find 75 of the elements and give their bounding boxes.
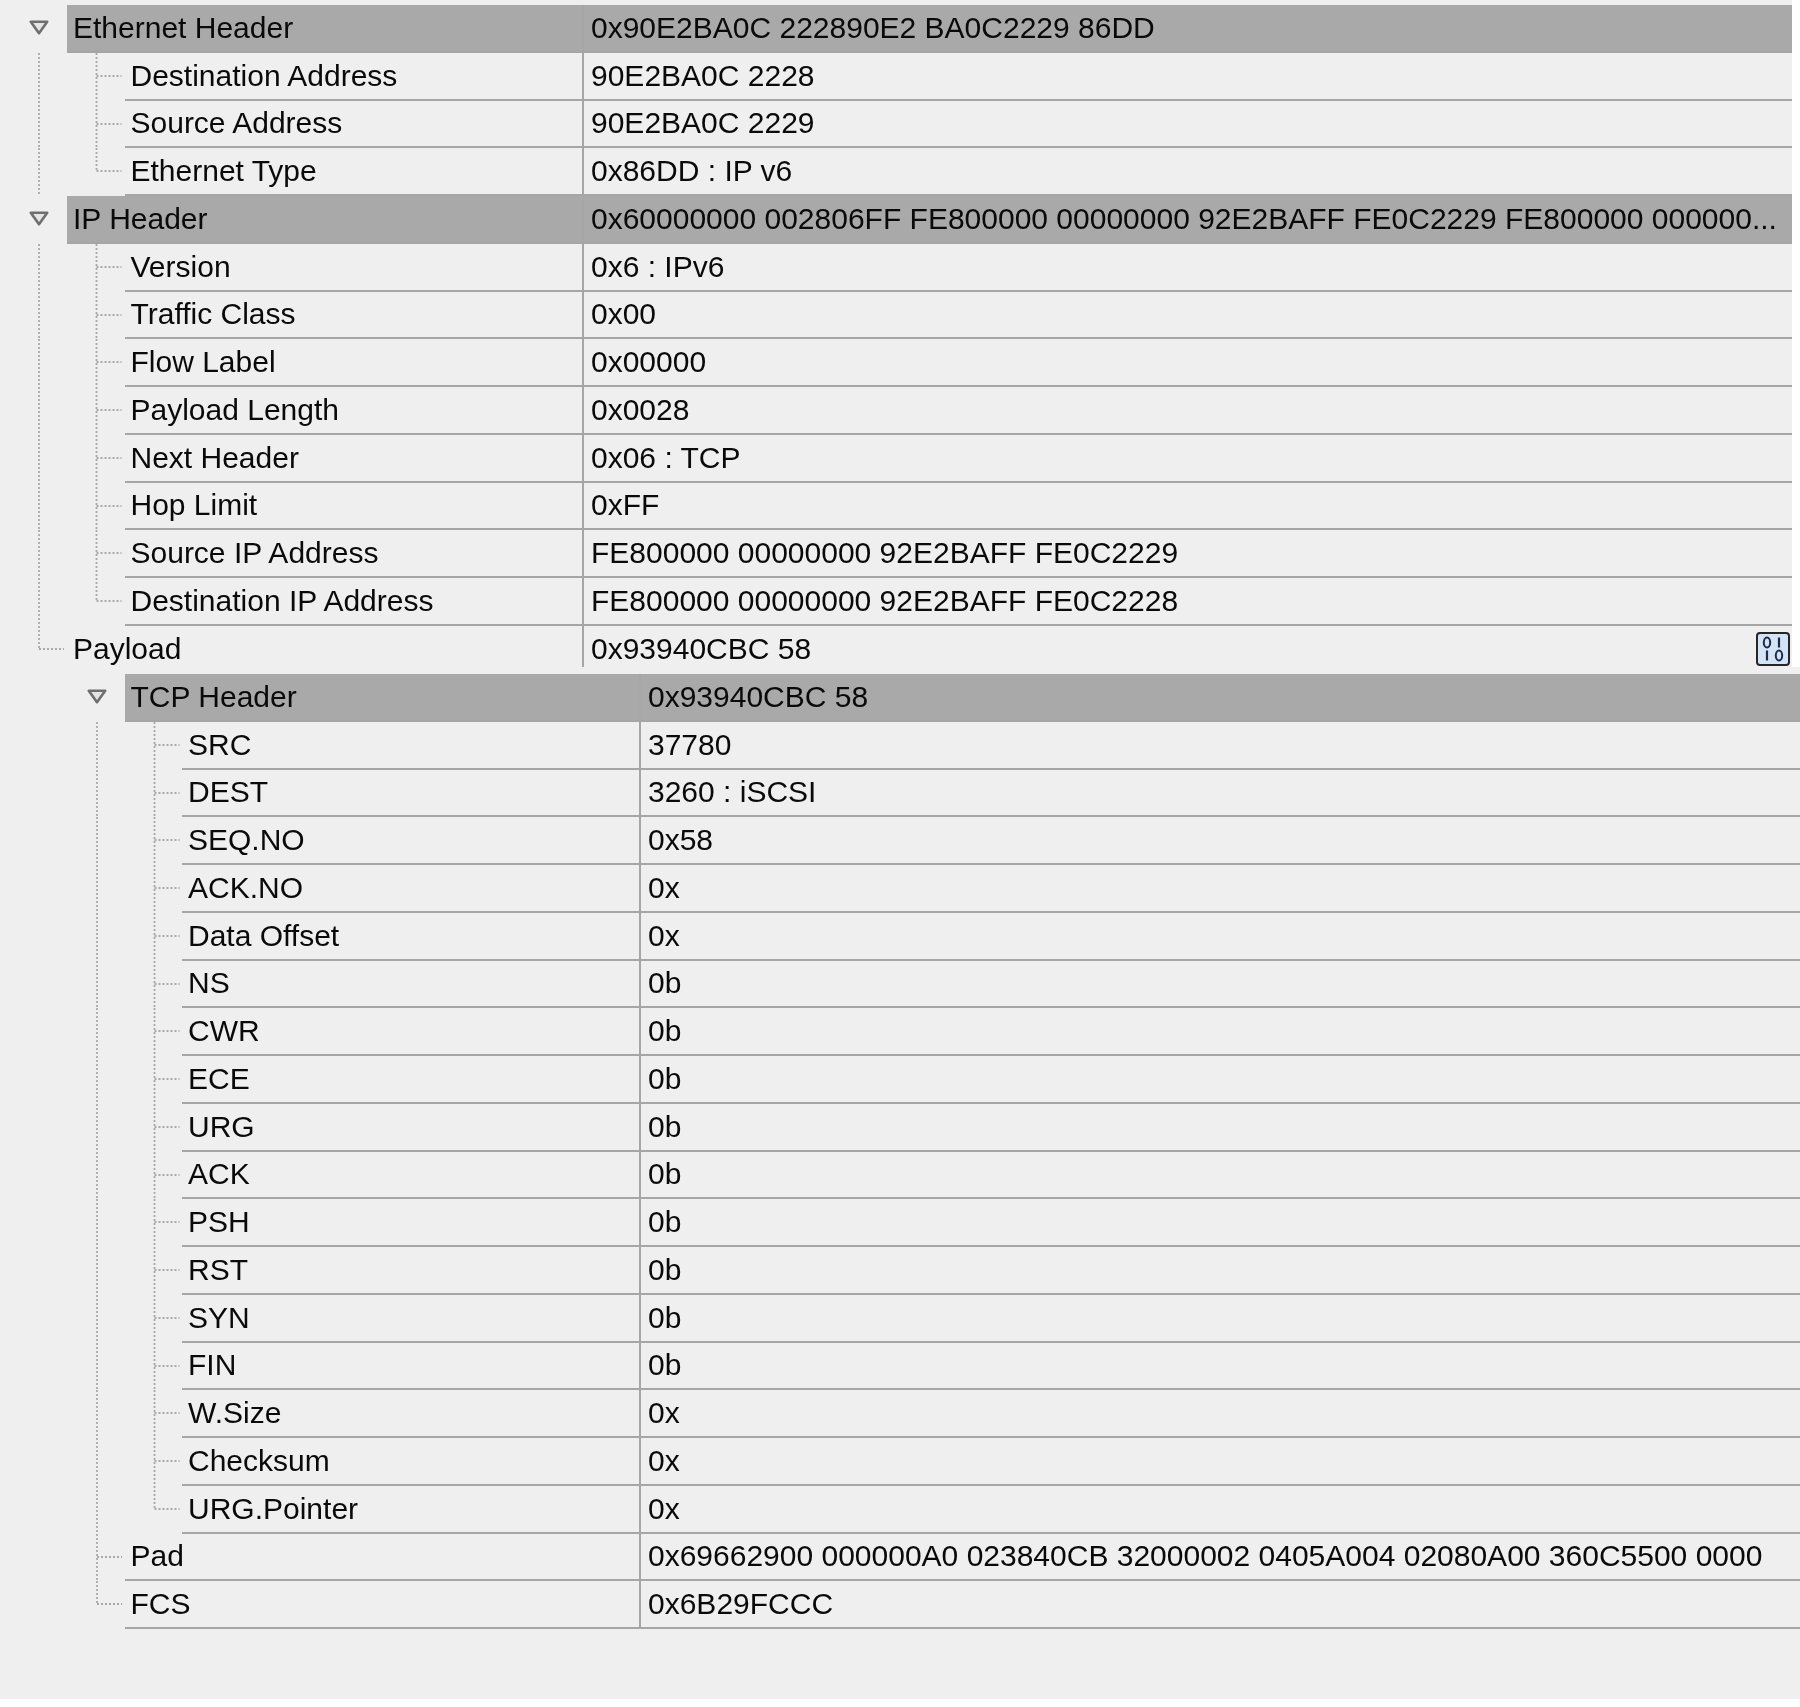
field-value: 0xFF — [591, 488, 660, 523]
field-value: 0b — [648, 1157, 682, 1192]
field-name[interactable]: URG.Pointer — [188, 1491, 359, 1526]
field-value: 0x — [648, 1396, 680, 1431]
field-value: 0b — [648, 1300, 682, 1335]
field-value: 0x93940CBC 58 — [591, 631, 812, 666]
field-name[interactable]: Pad — [130, 1539, 184, 1574]
field-value: 0b — [648, 1348, 682, 1383]
field-value: 37780 — [648, 727, 732, 762]
field-value: 0b — [648, 1205, 682, 1240]
field-value: 0x6 : IPv6 — [591, 249, 725, 284]
field-value: 0x06 : TCP — [591, 440, 741, 475]
field-name[interactable]: ACK — [188, 1157, 250, 1192]
field-name[interactable]: Ethernet Type — [130, 154, 317, 189]
field-value: 0x — [648, 870, 680, 905]
field-name[interactable]: Payload — [73, 631, 182, 666]
field-value: 0x86DD : IP v6 — [591, 154, 793, 189]
field-name[interactable]: ACK.NO — [188, 870, 304, 905]
field-name[interactable]: Checksum — [188, 1443, 330, 1478]
field-value: 0b — [648, 1109, 682, 1144]
caret-icon[interactable] — [86, 689, 107, 705]
field-name[interactable]: NS — [188, 966, 230, 1001]
field-name[interactable]: ECE — [188, 1061, 250, 1096]
field-value: 0x — [648, 918, 680, 953]
field-name[interactable]: RST — [188, 1252, 248, 1287]
field-name[interactable]: Destination IP Address — [130, 583, 434, 618]
field-name[interactable]: Flow Label — [130, 345, 276, 380]
field-value: 0b — [648, 1252, 682, 1287]
field-name[interactable]: CWR — [188, 1014, 260, 1049]
field-name[interactable]: W.Size — [188, 1396, 282, 1431]
field-name[interactable]: PSH — [188, 1205, 250, 1240]
field-name[interactable]: Next Header — [130, 440, 299, 475]
field-name[interactable]: Hop Limit — [130, 488, 258, 523]
field-name[interactable]: FIN — [188, 1348, 237, 1383]
field-value: 3260 : iSCSI — [648, 775, 817, 810]
header-value: 0x60000000 002806FF FE800000 00000000 92E2BAFF FE0C2229 FE800000 000000... — [591, 201, 1777, 236]
field-value: 90E2BA0C 2229 — [591, 106, 815, 141]
field-name[interactable]: SEQ.NO — [188, 823, 305, 858]
field-value: 0b — [648, 1061, 682, 1096]
caret-icon[interactable] — [29, 20, 49, 36]
field-name[interactable]: DEST — [188, 775, 268, 810]
field-name[interactable]: Data Offset — [188, 918, 340, 953]
field-name[interactable]: Version — [130, 249, 231, 284]
field-value: 0b — [648, 1014, 682, 1049]
field-value: 0x — [648, 1443, 680, 1478]
field-value: 0x0028 — [591, 392, 690, 427]
header-row[interactable]: TCP Header 0x93940CBC 58 — [124, 674, 1800, 722]
header-value: 0x93940CBC 58 — [648, 679, 869, 714]
field-value: 0x69662900 000000A0 023840CB 32000002 0405A004 02080A00 360C5500 0000 — [648, 1539, 1763, 1574]
field-value: 0x — [648, 1491, 680, 1526]
header-name: Ethernet Header — [73, 10, 294, 45]
field-name[interactable]: Source IP Address — [130, 536, 379, 571]
field-value: 0x58 — [648, 823, 714, 858]
field-name[interactable]: SYN — [188, 1300, 250, 1335]
field-value: 90E2BA0C 2228 — [591, 58, 815, 93]
field-name[interactable]: FCS — [130, 1587, 191, 1622]
header-row[interactable]: Ethernet Header 0x90E2BA0C 222890E2 BA0C2229 86DD — [67, 5, 1792, 53]
field-name[interactable]: Source Address — [130, 106, 343, 141]
field-value: 0x00000 — [591, 345, 707, 380]
header-name: IP Header — [73, 201, 208, 236]
field-value: 0x00 — [591, 297, 657, 332]
header-name: TCP Header — [130, 679, 297, 714]
field-name[interactable]: SRC — [188, 727, 252, 762]
field-name[interactable]: Traffic Class — [130, 297, 296, 332]
field-value: 0x6B29FCCC — [648, 1587, 834, 1622]
field-name[interactable]: URG — [188, 1109, 255, 1144]
header-value: 0x90E2BA0C 222890E2 BA0C2229 86DD — [591, 10, 1155, 45]
header-row[interactable]: IP Header 0x60000000 002806FF FE800000 00000000 92E2BAFF FE0C2229 FE800000 000000... — [67, 196, 1792, 244]
field-value: 0b — [648, 966, 682, 1001]
field-value: FE800000 00000000 92E2BAFF FE0C2229 — [591, 536, 1179, 571]
caret-icon[interactable] — [29, 211, 49, 227]
field-name[interactable]: Payload Length — [130, 392, 339, 427]
binary-icon[interactable] — [1756, 631, 1790, 666]
field-value: FE800000 00000000 92E2BAFF FE0C2228 — [591, 583, 1179, 618]
field-name[interactable]: Destination Address — [130, 58, 398, 93]
